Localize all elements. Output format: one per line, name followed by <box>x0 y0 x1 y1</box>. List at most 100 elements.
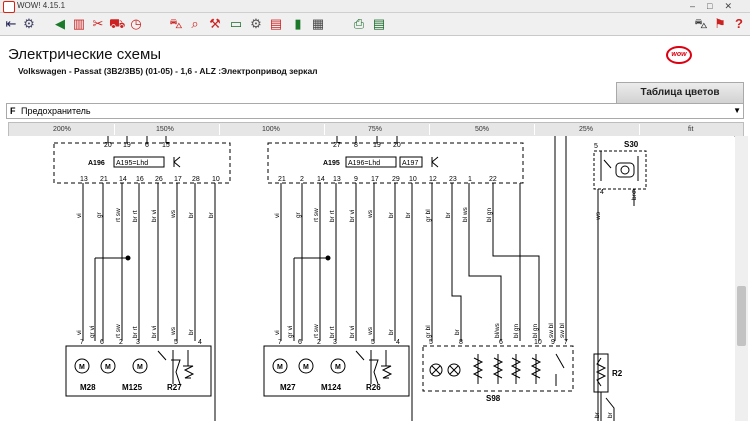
wiring-diagram: 20 19 6 15 A196 A195=Lhd 13 21 14 16 26 … <box>8 136 734 421</box>
wire-label: ws <box>170 209 177 219</box>
left-mirror-assembly: 7 6 2 3 5 4 M M M M28 M125 R27 <box>65 339 212 397</box>
window-titlebar: WOW! 4.15.1 –□✕ <box>0 0 750 13</box>
pin-label: 6 <box>145 142 149 149</box>
wire-label: rt sw <box>313 324 320 338</box>
svg-text:M: M <box>79 364 85 371</box>
vehicle-icon[interactable]: ⛟ <box>109 16 125 32</box>
svg-text:M: M <box>335 364 341 371</box>
chevron-down-icon[interactable]: ▼ <box>733 104 741 118</box>
settings-gear-icon[interactable]: ⚙ <box>248 16 264 32</box>
connector-name: A195 <box>323 160 340 167</box>
pin-label: 7 <box>564 339 568 346</box>
zoom-50[interactable]: 50% <box>475 123 489 136</box>
pin-label: 23 <box>449 176 457 183</box>
wire-label: ws <box>595 211 602 221</box>
help-icon[interactable]: ? <box>731 16 747 32</box>
zoom-75[interactable]: 75% <box>368 123 382 136</box>
exit-icon[interactable]: ⇤ <box>3 16 19 32</box>
pin-label: 4 <box>600 189 604 196</box>
vertical-scrollbar[interactable] <box>735 136 748 421</box>
component-label: M125 <box>122 383 143 392</box>
battery-icon[interactable]: ▮ <box>290 16 306 32</box>
pin-label: 17 <box>174 176 182 183</box>
clock-icon[interactable]: ◷ <box>128 16 144 32</box>
component-label: M124 <box>321 383 342 392</box>
pin-label: 3 <box>333 339 337 346</box>
fuse-select[interactable]: F Предохранитель ▼ <box>6 103 744 119</box>
component-label: M28 <box>80 383 96 392</box>
pin-label: 2 <box>119 339 123 346</box>
resistor-icon <box>530 354 542 384</box>
svg-text:M: M <box>137 364 143 371</box>
wire-label: gr <box>96 211 103 218</box>
wire-label: br rt <box>329 210 336 222</box>
pin-label: 12 <box>429 176 437 183</box>
print-icon[interactable]: ⎙ <box>351 16 367 32</box>
zoom-100[interactable]: 100% <box>262 123 280 136</box>
pin-label: 5 <box>429 339 433 346</box>
calculator-icon[interactable]: ▦ <box>310 16 326 32</box>
wire-label: vi <box>76 213 83 218</box>
pin-label: 10 <box>409 176 417 183</box>
pin-label: 20 <box>104 142 112 149</box>
search-vehicle-icon[interactable]: ⌕ <box>187 16 203 32</box>
svg-text:M: M <box>277 364 283 371</box>
diagnosis-icon[interactable]: ▥ <box>71 16 87 32</box>
connector-tag-2: A197 <box>402 160 418 167</box>
wire-label: br <box>188 328 195 335</box>
zoom-bar: 200% 150% 100% 75% 50% 25% fit <box>8 122 744 137</box>
car-status-icon[interactable]: ⛍ <box>693 16 709 32</box>
pin-label: 8 <box>354 142 358 149</box>
wire-label: br <box>607 411 614 418</box>
book-icon[interactable]: ▤ <box>268 16 284 32</box>
pin-label: 8 <box>459 339 463 346</box>
main-toolbar: ⇤ ⚙ ◀ ▥ ✂ ⛟ ◷ ⛍ ⌕ ⚒ ▭ ⚙ ▤ ▮ ▦ ⎙ ▤ ⛍ ⚑ ? <box>0 13 750 36</box>
pin-label: 6 <box>499 339 503 346</box>
back-icon[interactable]: ◀ <box>52 16 68 32</box>
wire-label: br vi <box>151 326 158 338</box>
wire-label: bl ws <box>462 206 469 222</box>
wire-label: br rt <box>329 326 336 338</box>
fuse-select-value: Предохранитель <box>21 106 91 116</box>
wire-label: br rt <box>132 210 139 222</box>
pin-label: 16 <box>136 176 144 183</box>
pin-label: 10 <box>534 339 542 346</box>
wire-label: br vi <box>151 210 158 222</box>
connect-icon[interactable]: ⚙ <box>21 16 37 32</box>
monitor-icon[interactable]: ▭ <box>228 16 244 32</box>
pin-label: 28 <box>192 176 200 183</box>
color-table-button[interactable]: Таблица цветов <box>616 82 744 104</box>
wire-label: br vi <box>349 326 356 338</box>
pin-label: 4 <box>396 339 400 346</box>
resistor-icon <box>492 354 504 384</box>
zoom-150[interactable]: 150% <box>156 123 174 136</box>
wire-label: rt sw <box>115 208 122 222</box>
zoom-25[interactable]: 25% <box>579 123 593 136</box>
svg-text:M: M <box>303 364 309 371</box>
pin-label: 26 <box>155 176 163 183</box>
car-lift-icon[interactable]: ⛍ <box>168 16 184 32</box>
svg-text:M: M <box>105 364 111 371</box>
pin-label: 29 <box>392 176 400 183</box>
s30-switch: 5 4 6 S30 ws br <box>593 140 647 421</box>
pin-label: 21 <box>278 176 286 183</box>
page-title: Электрические схемы <box>8 46 162 63</box>
tools-icon[interactable]: ✂ <box>90 16 106 32</box>
wire-label: br <box>454 328 461 335</box>
wrench-icon[interactable]: ⚒ <box>207 16 223 32</box>
wire-label: br <box>208 211 215 218</box>
pin-label: 20 <box>393 142 401 149</box>
zoom-200[interactable]: 200% <box>53 123 71 136</box>
wire-label: bl/ws <box>494 322 501 338</box>
wire-label: ws <box>170 326 177 336</box>
pin-label: 10 <box>212 176 220 183</box>
flag-icon[interactable]: ⚑ <box>712 16 728 32</box>
document-icon[interactable]: ▤ <box>371 16 387 32</box>
wire-label: sw bl <box>548 323 555 338</box>
wire-label: rt sw <box>313 208 320 222</box>
scrollbar-thumb[interactable] <box>737 286 746 346</box>
wire-label: br <box>631 193 638 200</box>
pin-label: 17 <box>371 176 379 183</box>
window-controls[interactable]: –□✕ <box>690 0 744 12</box>
zoom-fit[interactable]: fit <box>688 123 693 136</box>
